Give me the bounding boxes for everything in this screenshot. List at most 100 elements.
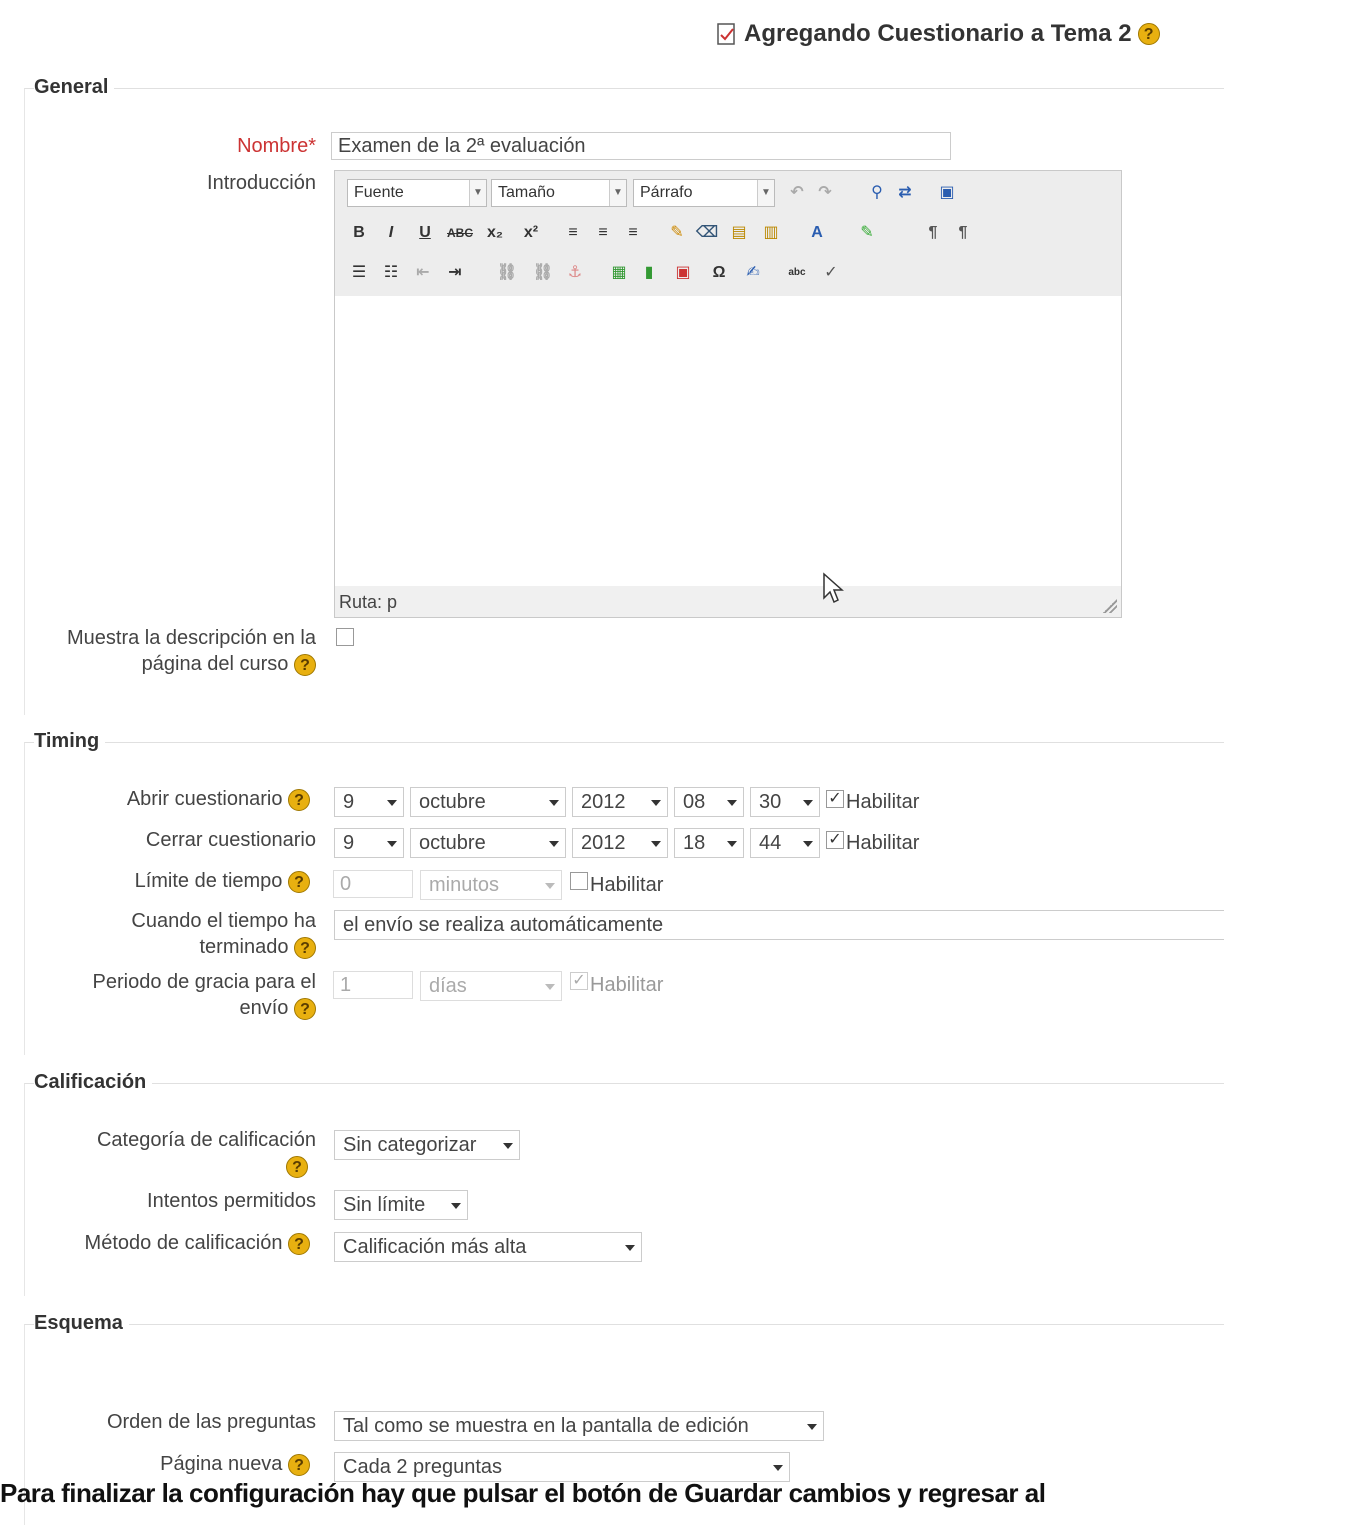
help-icon[interactable]: ? [288,789,310,811]
abrir-minute-select[interactable]: 30 [750,787,820,817]
help-icon[interactable]: ? [288,1233,310,1255]
image-icon[interactable]: ▦ [607,261,631,285]
chevron-down-icon [503,1143,513,1149]
background-color-icon[interactable]: ✎ [855,221,879,245]
categoria-value: Sin categorizar [343,1134,477,1156]
cuando-select[interactable]: el envío se realiza automáticamente [334,910,1224,940]
intentos-select[interactable]: Sin límite [334,1190,468,1220]
format-select[interactable]: Párrafo ▼ [633,179,775,207]
limite-label-text: Límite de tiempo [134,870,283,892]
underline-icon[interactable]: U [413,221,437,245]
nombre-input[interactable]: Examen de la 2ª evaluación [331,132,951,160]
gracia-input[interactable]: 1 [333,971,413,999]
eraser-icon[interactable]: ⌫ [695,221,719,245]
cerrar-day-select[interactable]: 9 [334,828,404,858]
align-right-icon[interactable]: ≡ [621,221,645,245]
quiz-icon [717,23,735,45]
chevron-down-icon [727,800,737,806]
abrir-enable-checkbox[interactable]: ✓ [826,790,844,808]
metodo-label-text: Método de calificación [84,1232,283,1254]
find-icon[interactable]: ⚲ [865,181,889,205]
italic-icon[interactable]: I [379,221,403,245]
abrir-hour-select[interactable]: 08 [674,787,744,817]
nolink-icon[interactable]: abc [785,261,809,285]
chevron-down-icon [651,841,661,847]
size-select[interactable]: Tamaño ▼ [491,179,627,207]
resize-grip-icon[interactable] [1103,599,1117,613]
spellcheck-icon[interactable]: ✓ [819,261,843,285]
ltr-icon[interactable]: ¶ [921,221,945,245]
font-select[interactable]: Fuente ▼ [347,179,487,207]
categoria-label-text: Categoría de calificación [96,1129,316,1151]
anchor-icon[interactable]: ⚓ [563,261,587,285]
help-icon[interactable]: ? [294,654,316,676]
superscript-icon[interactable]: x² [519,221,543,245]
fullscreen-icon[interactable]: ▣ [935,181,959,205]
rtl-icon[interactable]: ¶ [951,221,975,245]
help-icon[interactable]: ? [286,1156,308,1178]
abrir-day-select[interactable]: 9 [334,787,404,817]
cerrar-minute-select[interactable]: 44 [750,828,820,858]
size-select-value: Tamaño [498,184,555,201]
chevron-down-icon [545,984,555,990]
limite-unit-select[interactable]: minutos [420,870,562,900]
align-left-icon[interactable]: ≡ [561,221,585,245]
categoria-select[interactable]: Sin categorizar [334,1130,520,1160]
link-icon[interactable]: ⛓ [495,261,519,285]
general-legend: General [34,76,115,99]
gracia-enable-checkbox[interactable]: ✓ [570,972,588,990]
redo-icon[interactable]: ↷ [813,181,837,205]
align-center-icon[interactable]: ≡ [591,221,615,245]
subscript-icon[interactable]: x₂ [483,221,507,245]
muestra-checkbox[interactable] [336,628,354,646]
abrir-month-select[interactable]: octubre [410,787,566,817]
strikethrough-icon[interactable]: ABC [447,221,473,245]
help-icon[interactable]: ? [294,937,316,959]
paste-text-icon[interactable]: ▤ [727,221,751,245]
undo-icon[interactable]: ↶ [785,181,809,205]
chevron-down-icon: ▼ [609,180,626,206]
help-icon[interactable]: ? [288,1454,310,1476]
calificacion-legend: Calificación [34,1071,153,1094]
paste-word-icon[interactable]: ▥ [759,221,783,245]
cerrar-year-select[interactable]: 2012 [572,828,668,858]
help-icon[interactable]: ? [294,998,316,1020]
edit-html-icon[interactable]: ✍ [741,261,765,285]
clean-icon[interactable]: ✎ [665,221,689,245]
chevron-down-icon [803,841,813,847]
limite-label: Límite de tiempo ? [60,868,310,894]
cerrar-month-select[interactable]: octubre [410,828,566,858]
cerrar-hour-select[interactable]: 18 [674,828,744,858]
unordered-list-icon[interactable]: ☰ [347,261,371,285]
pagina-select[interactable]: Cada 2 preguntas [334,1452,790,1482]
mouse-cursor-icon [823,572,844,604]
editor-content-area[interactable] [335,296,1121,586]
media-icon[interactable]: ▮ [637,261,661,285]
orden-value: Tal como se muestra en la pantalla de ed… [343,1415,749,1437]
nombre-label: Nombre* [150,133,316,159]
abrir-year-select[interactable]: 2012 [572,787,668,817]
metodo-select[interactable]: Calificación más alta [334,1232,642,1262]
bold-icon[interactable]: B [347,221,371,245]
ordered-list-icon[interactable]: ☷ [379,261,403,285]
chevron-down-icon [545,883,555,889]
gracia-unit-select[interactable]: días [420,971,562,1001]
cerrar-enable-checkbox[interactable]: ✓ [826,831,844,849]
help-icon[interactable]: ? [288,871,310,893]
table-icon[interactable]: ▣ [671,261,695,285]
cerrar-enable-label: Habilitar [846,832,920,854]
chevron-down-icon [549,841,559,847]
help-icon[interactable]: ? [1137,23,1160,45]
chevron-down-icon: ▼ [469,180,486,206]
limite-enable-checkbox[interactable] [570,872,588,890]
limite-input[interactable]: 0 [333,870,413,898]
special-char-icon[interactable]: Ω [707,261,731,285]
limite-enable-label: Habilitar [590,874,664,896]
orden-select[interactable]: Tal como se muestra en la pantalla de ed… [334,1411,824,1441]
unlink-icon[interactable]: ⛓ [531,261,555,285]
text-color-icon[interactable]: A [805,221,829,245]
gracia-enable-label: Habilitar [590,974,664,996]
replace-icon[interactable]: ⇄ [893,181,917,205]
outdent-icon[interactable]: ⇤ [411,261,435,285]
indent-icon[interactable]: ⇥ [443,261,467,285]
